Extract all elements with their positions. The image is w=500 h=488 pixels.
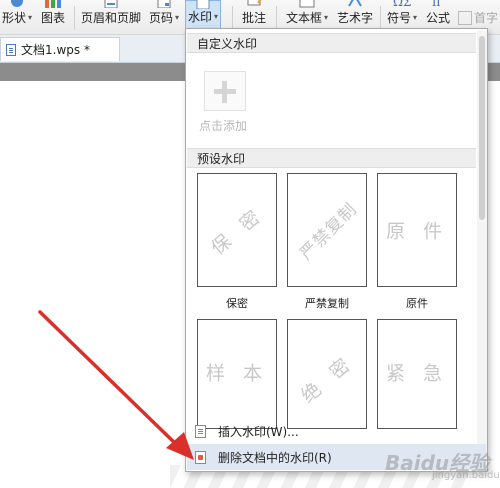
preset-watermark-text: 严禁复制 xyxy=(296,199,362,265)
insert-watermark-label: 插入水印(W)... xyxy=(218,424,299,439)
page-number-label: 页码 xyxy=(148,11,173,25)
add-watermark-label: 点击添加 xyxy=(199,119,248,133)
preset-watermark-card[interactable]: 紧 急 xyxy=(377,319,457,429)
drop-cap-label: 首字 xyxy=(473,11,498,25)
svg-text:π: π xyxy=(432,0,441,8)
document-tab-label: 文档1.wps * xyxy=(21,43,90,57)
header-footer-button[interactable]: 页眉和页脚 xyxy=(80,0,142,34)
watermark-icon xyxy=(195,0,211,12)
remove-watermark-icon xyxy=(195,450,206,464)
wordart-label: 艺术字 xyxy=(336,11,373,25)
formula-label: 公式 xyxy=(425,11,450,25)
page-number-icon xyxy=(156,0,172,11)
chart-label: 图表 xyxy=(40,11,65,25)
ribbon-divider xyxy=(232,6,233,30)
baidu-watermark-url: jingyan.baidu.com xyxy=(432,470,500,481)
preset-watermark-header: 预设水印 xyxy=(187,148,476,168)
comment-label: 批注 xyxy=(241,11,266,25)
chart-button[interactable]: 图表 xyxy=(38,0,68,34)
chevron-down-icon: ▾ xyxy=(28,13,33,22)
preset-watermark-name: 严禁复制 xyxy=(305,297,349,310)
preset-watermark-text: 紧 急 xyxy=(385,362,449,385)
chart-icon xyxy=(42,0,64,11)
insert-watermark-icon xyxy=(195,424,206,438)
panel-scrollbar[interactable] xyxy=(477,30,487,470)
preset-watermark-card[interactable]: 严禁复制 xyxy=(287,173,367,287)
preset-watermark-name: 保密 xyxy=(226,297,248,310)
drop-cap-icon xyxy=(457,10,472,25)
ribbon-divider xyxy=(276,6,277,30)
preset-watermark-card[interactable]: 原 件 xyxy=(377,173,457,287)
header-footer-icon xyxy=(103,0,119,11)
document-tab[interactable]: 文档1.wps * xyxy=(0,37,120,61)
preset-watermark-card[interactable]: 样 本 xyxy=(197,319,277,429)
preset-watermark-text: 绝 密 xyxy=(297,350,359,408)
ribbon-divider xyxy=(380,6,381,30)
preset-watermark-card[interactable]: 绝 密 xyxy=(287,319,367,429)
preset-watermark-card[interactable]: 保 密 xyxy=(197,173,277,287)
remove-watermark-label: 删除文档中的水印(R) xyxy=(218,450,332,465)
header-footer-label: 页眉和页脚 xyxy=(80,11,141,25)
preset-watermark-text: 保 密 xyxy=(207,202,269,260)
chevron-down-icon: ▾ xyxy=(175,13,180,22)
symbol-label: 符号 xyxy=(386,11,411,25)
add-watermark-button[interactable] xyxy=(204,71,246,111)
preset-watermark-name: 原件 xyxy=(406,297,428,310)
omega-sigma-icon: ΩΣ xyxy=(392,0,412,11)
scrollbar-thumb[interactable] xyxy=(479,36,485,220)
shape-label: 形状 xyxy=(1,11,26,25)
shape-icon xyxy=(6,0,28,11)
chevron-down-icon: ▾ xyxy=(324,13,329,22)
wps-document-icon xyxy=(6,43,16,56)
svg-text:ΩΣ: ΩΣ xyxy=(393,0,411,8)
watermark-dropdown-panel: 自定义水印 点击添加 预设水印 保 密 严禁复制 原 件 保密 严禁复制 原件 … xyxy=(185,28,488,472)
ribbon-divider xyxy=(74,6,75,30)
wordart-icon xyxy=(346,0,364,11)
comment-icon xyxy=(246,0,262,11)
textbox-label: 文本框 xyxy=(285,11,322,25)
pi-icon: π xyxy=(430,0,446,11)
chevron-down-icon: ▾ xyxy=(214,12,219,21)
preset-watermark-text: 原 件 xyxy=(385,220,449,243)
insert-watermark-menu-item[interactable]: 插入水印(W)... xyxy=(187,418,486,444)
textbox-icon xyxy=(299,0,315,11)
preset-watermark-text: 样 本 xyxy=(205,362,269,385)
custom-watermark-header: 自定义水印 xyxy=(187,33,476,53)
chevron-down-icon: ▾ xyxy=(413,13,418,22)
page-number-button[interactable]: 页码 ▾ xyxy=(146,0,182,34)
shape-button[interactable]: 形状 ▾ xyxy=(0,0,34,34)
